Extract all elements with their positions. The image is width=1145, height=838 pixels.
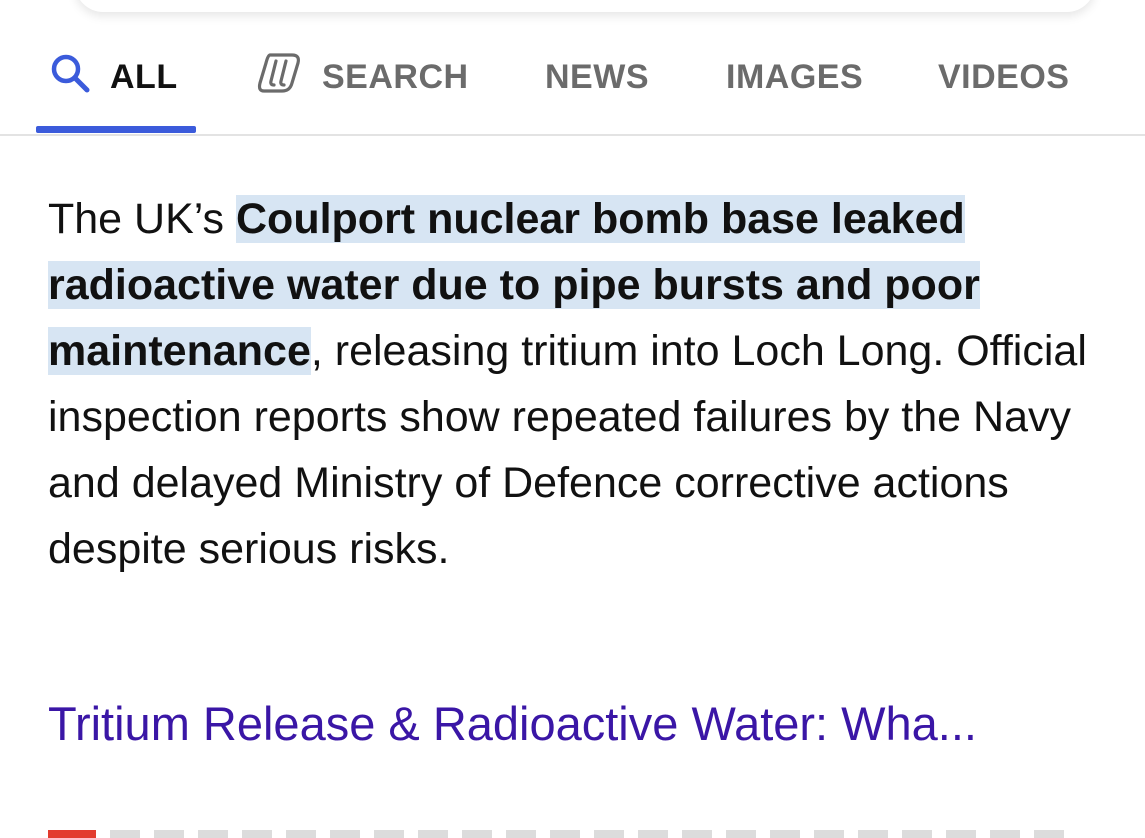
tab-videos[interactable]: VIDEOS <box>938 52 1069 102</box>
copilot-icon <box>256 51 304 104</box>
answer-prefix: The UK’s <box>48 195 236 243</box>
tab-search[interactable]: SEARCH <box>256 52 469 102</box>
result-favicon <box>48 830 96 838</box>
tab-videos-label: VIDEOS <box>938 57 1070 96</box>
result-source-line-cutoff <box>110 830 1070 838</box>
search-results-page: ALL SEARCH NEWS IMAGES VIDEOS The UK’s C… <box>0 0 1145 838</box>
result-title-link[interactable]: Tritium Release & Radioactive Water: Wha… <box>48 690 1108 757</box>
active-tab-indicator <box>36 126 196 133</box>
tab-news-label: NEWS <box>545 57 649 96</box>
tab-search-label: SEARCH <box>322 57 469 96</box>
tab-all-label: ALL <box>110 57 178 96</box>
answer-summary: The UK’s Coulport nuclear bomb base leak… <box>48 186 1123 582</box>
tab-all[interactable]: ALL <box>48 52 178 102</box>
tab-images-label: IMAGES <box>726 57 864 96</box>
result-tabs: ALL SEARCH NEWS IMAGES VIDEOS <box>0 0 1145 136</box>
tab-news[interactable]: NEWS <box>545 52 649 102</box>
tab-images[interactable]: IMAGES <box>726 52 863 102</box>
search-icon <box>48 51 92 104</box>
